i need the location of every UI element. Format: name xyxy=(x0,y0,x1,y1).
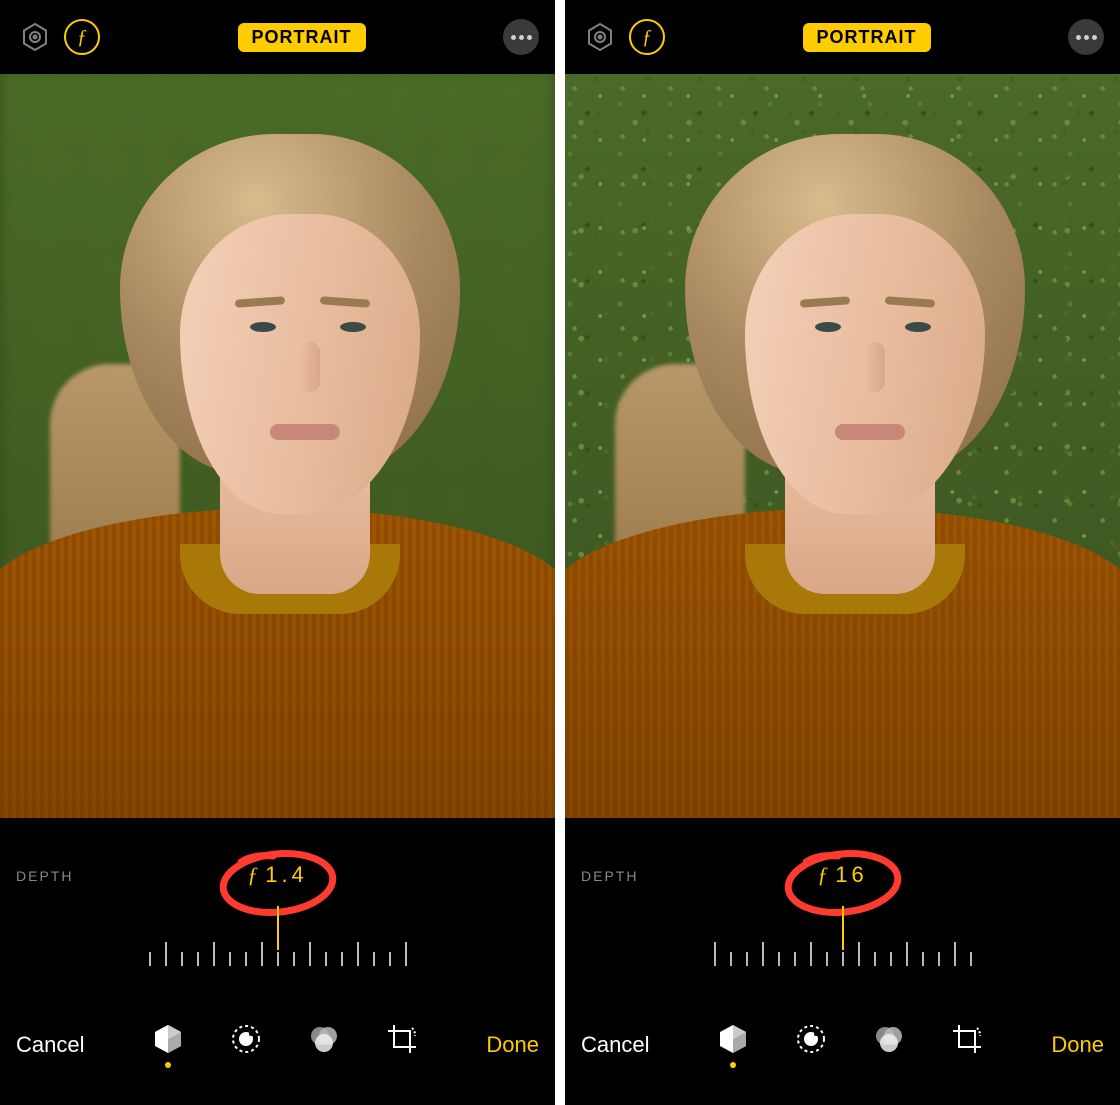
mode-badge[interactable]: PORTRAIT xyxy=(803,23,931,52)
top-bar: ƒ PORTRAIT xyxy=(0,0,555,74)
bottom-bar: Cancel xyxy=(565,986,1120,1104)
lighting-tool-button[interactable] xyxy=(716,1022,750,1068)
f-glyph: ƒ xyxy=(77,26,87,49)
more-button[interactable] xyxy=(1068,19,1104,55)
adjust-tool-button[interactable] xyxy=(229,1022,263,1068)
filters-tool-button[interactable] xyxy=(307,1022,341,1068)
depth-control: DEPTH ƒ1.4 xyxy=(0,818,555,986)
depth-slider[interactable] xyxy=(149,926,407,966)
portrait-lighting-icon[interactable] xyxy=(581,18,619,56)
mode-badge[interactable]: PORTRAIT xyxy=(238,23,366,52)
cancel-button[interactable]: Cancel xyxy=(581,1032,649,1058)
aperture-number: 1.4 xyxy=(265,862,308,887)
filters-tool-button[interactable] xyxy=(872,1022,906,1068)
more-button[interactable] xyxy=(503,19,539,55)
portrait-subject xyxy=(565,74,1120,818)
depth-slider[interactable] xyxy=(714,926,972,966)
aperture-icon[interactable]: ƒ xyxy=(64,19,100,55)
done-button[interactable]: Done xyxy=(486,1032,539,1058)
aperture-value: ƒ16 xyxy=(817,862,867,888)
crop-tool-button[interactable] xyxy=(950,1022,984,1068)
depth-label: DEPTH xyxy=(16,868,73,884)
f-glyph: ƒ xyxy=(642,26,652,49)
portrait-lighting-icon[interactable] xyxy=(16,18,54,56)
portrait-subject xyxy=(0,74,555,818)
photo-preview[interactable] xyxy=(0,74,555,818)
aperture-icon[interactable]: ƒ xyxy=(629,19,665,55)
f-glyph: ƒ xyxy=(247,862,261,887)
depth-control: DEPTH ƒ16 xyxy=(565,818,1120,986)
f-glyph: ƒ xyxy=(817,862,831,887)
aperture-value: ƒ1.4 xyxy=(247,862,308,888)
aperture-number: 16 xyxy=(835,862,867,887)
photo-preview[interactable] xyxy=(565,74,1120,818)
editor-pane-left: ƒ PORTRAIT DEPTH xyxy=(0,0,555,1105)
cancel-button[interactable]: Cancel xyxy=(16,1032,84,1058)
top-bar: ƒ PORTRAIT xyxy=(565,0,1120,74)
editor-pane-right: ƒ PORTRAIT DEPTH xyxy=(565,0,1120,1105)
depth-label: DEPTH xyxy=(581,868,638,884)
adjust-tool-button[interactable] xyxy=(794,1022,828,1068)
crop-tool-button[interactable] xyxy=(385,1022,419,1068)
bottom-bar: Cancel xyxy=(0,986,555,1104)
done-button[interactable]: Done xyxy=(1051,1032,1104,1058)
lighting-tool-button[interactable] xyxy=(151,1022,185,1068)
